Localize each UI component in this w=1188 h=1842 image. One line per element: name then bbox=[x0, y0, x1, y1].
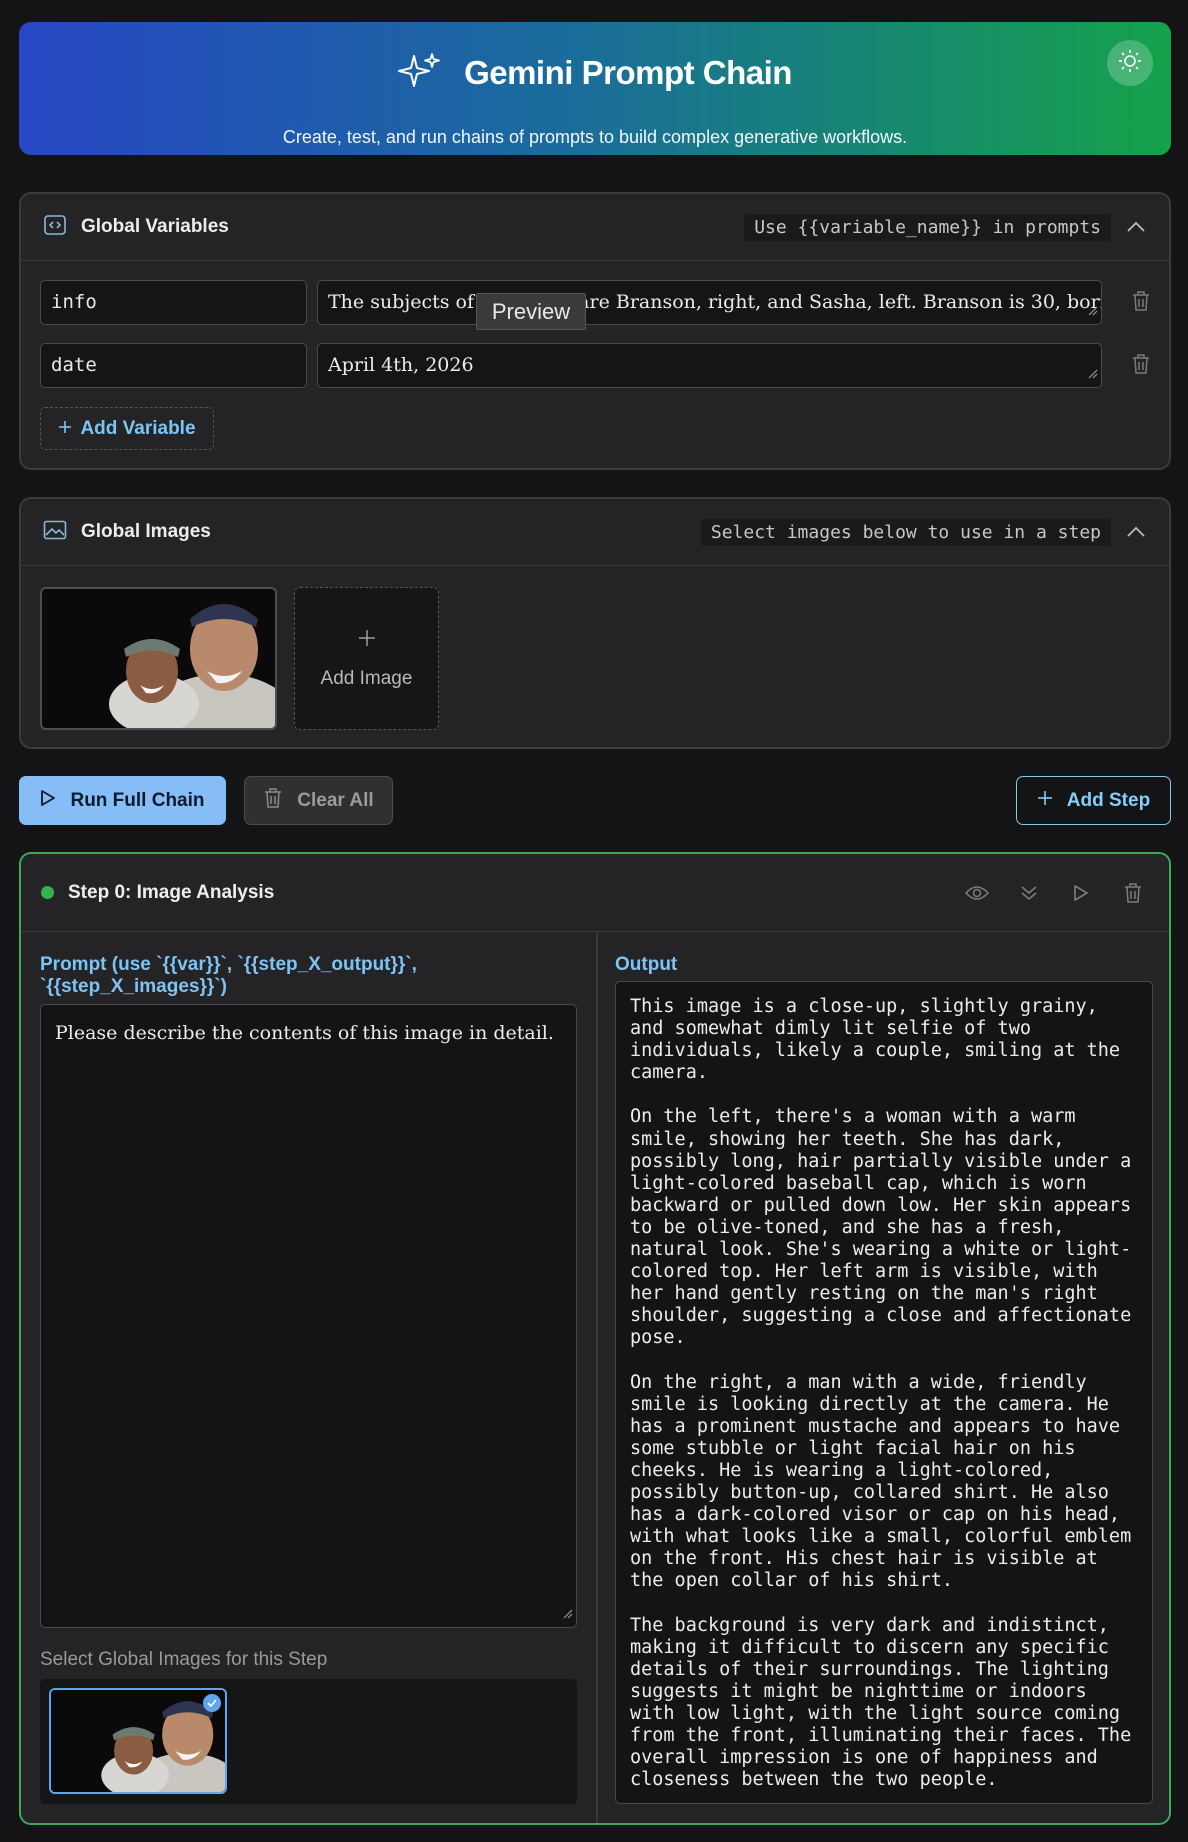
resize-handle-icon[interactable] bbox=[563, 1602, 573, 1624]
clear-all-button[interactable]: Clear All bbox=[244, 776, 393, 825]
play-icon bbox=[40, 789, 56, 813]
global-images-header[interactable]: Global Images Select images below to use… bbox=[21, 499, 1169, 566]
global-variables-title: Global Variables bbox=[81, 216, 229, 237]
prompt-text: Please describe the contents of this ima… bbox=[55, 1022, 554, 1044]
add-step-label: Add Step bbox=[1066, 789, 1151, 811]
step-title: Step 0: Image Analysis bbox=[68, 881, 275, 903]
run-step-icon[interactable] bbox=[1069, 881, 1093, 905]
plus-icon bbox=[58, 418, 72, 440]
app-subtitle: Create, test, and run chains of prompts … bbox=[282, 127, 908, 147]
code-icon bbox=[43, 214, 67, 241]
trash-icon bbox=[263, 787, 283, 815]
chevron-double-down-icon[interactable] bbox=[1017, 881, 1041, 905]
theme-toggle-button[interactable] bbox=[1107, 40, 1153, 86]
delete-step-icon[interactable] bbox=[1121, 881, 1145, 905]
selected-image-thumbnail[interactable] bbox=[49, 1688, 227, 1794]
app-header: Gemini Prompt Chain Create, test, and ru… bbox=[19, 22, 1171, 155]
step-actions bbox=[965, 881, 1149, 905]
add-image-button[interactable]: Add Image bbox=[294, 587, 439, 730]
global-variables-panel: Global Variables Use {{variable_name}} i… bbox=[19, 192, 1171, 470]
prompt-textarea[interactable]: Please describe the contents of this ima… bbox=[40, 1004, 577, 1628]
preview-tooltip: Preview bbox=[476, 293, 586, 330]
plus-icon bbox=[1037, 790, 1053, 812]
global-images-panel: Global Images Select images below to use… bbox=[19, 497, 1171, 749]
plus-icon bbox=[357, 628, 377, 654]
chevron-up-icon[interactable] bbox=[1125, 216, 1147, 238]
variable-value-text: April 4th, 2026 bbox=[328, 354, 474, 376]
global-images-title: Global Images bbox=[81, 521, 211, 542]
clear-all-label: Clear All bbox=[297, 789, 374, 811]
step-image-selector bbox=[40, 1679, 577, 1804]
output-label: Output bbox=[615, 954, 678, 975]
variables-hint: Use {{variable_name}} in prompts bbox=[744, 213, 1111, 241]
run-full-chain-label: Run Full Chain bbox=[70, 789, 205, 811]
column-divider bbox=[596, 933, 598, 1823]
delete-variable-icon[interactable] bbox=[1131, 290, 1153, 314]
variable-name-input[interactable]: date bbox=[40, 343, 307, 388]
sun-icon bbox=[1117, 48, 1143, 79]
global-variables-header[interactable]: Global Variables Use {{variable_name}} i… bbox=[21, 194, 1169, 261]
add-image-label: Add Image bbox=[320, 667, 413, 689]
app-title: Gemini Prompt Chain bbox=[464, 53, 792, 91]
images-hint: Select images below to use in a step bbox=[700, 518, 1111, 546]
checkmark-icon bbox=[203, 1694, 221, 1712]
add-variable-label: Add Variable bbox=[80, 417, 196, 439]
delete-variable-icon[interactable] bbox=[1131, 353, 1153, 377]
global-image-thumbnail[interactable] bbox=[40, 587, 277, 730]
output-text: This image is a close-up, slightly grain… bbox=[615, 981, 1153, 1804]
image-icon bbox=[43, 520, 67, 545]
step-card: Step 0: Image Analysis Prompt (use `{{va… bbox=[19, 852, 1171, 1825]
add-variable-button[interactable]: Add Variable bbox=[40, 407, 214, 450]
resize-handle-icon[interactable] bbox=[1088, 299, 1098, 321]
variable-value-input[interactable]: April 4th, 2026 bbox=[317, 343, 1102, 388]
prompt-label: Prompt (use `{{var}}`, `{{step_X_output}… bbox=[40, 954, 417, 997]
status-dot bbox=[41, 886, 54, 899]
run-full-chain-button[interactable]: Run Full Chain bbox=[19, 776, 226, 825]
resize-handle-icon[interactable] bbox=[1088, 362, 1098, 384]
variable-value-text: The subjects of the photo are Branson, r… bbox=[328, 291, 1102, 313]
eye-icon[interactable] bbox=[965, 881, 989, 905]
add-step-button[interactable]: Add Step bbox=[1016, 776, 1171, 825]
select-images-label: Select Global Images for this Step bbox=[40, 1649, 328, 1670]
step-header: Step 0: Image Analysis bbox=[21, 854, 1169, 932]
chevron-up-icon[interactable] bbox=[1125, 521, 1147, 543]
sparkle-icon bbox=[398, 52, 442, 93]
variable-value-input[interactable]: The subjects of the photo are Branson, r… bbox=[317, 280, 1102, 325]
variable-name-input[interactable]: info bbox=[40, 280, 307, 325]
